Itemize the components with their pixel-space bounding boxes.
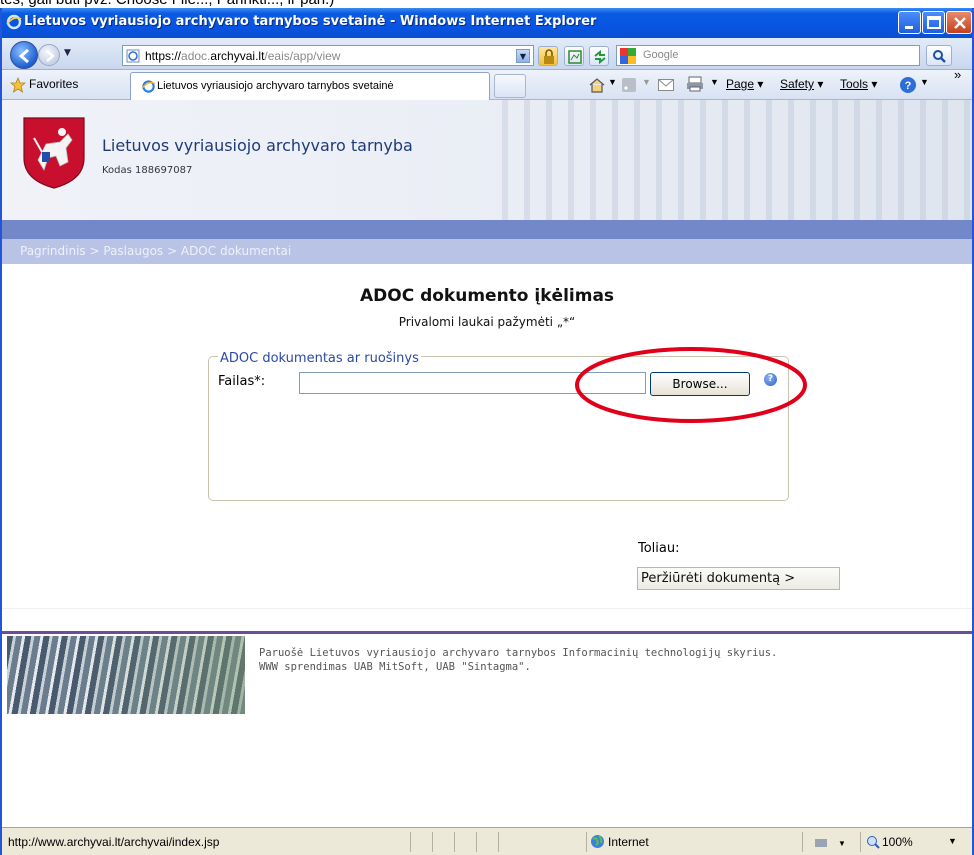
footer-line-1: Paruošė Lietuvos vyriausiojo archyvaro t… [259, 647, 778, 659]
close-icon [954, 17, 966, 29]
address-dropdown-button[interactable]: ▼ [516, 49, 530, 63]
svg-text:▼: ▼ [838, 839, 844, 848]
status-url: http://www.archyvai.lt/archyvai/index.js… [8, 835, 220, 849]
tools-menu[interactable]: Tools ▾ [840, 77, 877, 91]
status-bar: http://www.archyvai.lt/archyvai/index.js… [2, 827, 972, 855]
search-button[interactable] [926, 45, 952, 66]
search-placeholder: Google [643, 49, 679, 61]
star-icon[interactable] [10, 77, 26, 93]
zoom-level[interactable]: 100% [882, 835, 913, 849]
status-separator [432, 832, 433, 852]
preview-document-button[interactable]: Peržiūrėti dokumentą > [637, 567, 840, 590]
status-separator [454, 832, 455, 852]
forward-button[interactable] [38, 44, 60, 66]
annotation-ellipse [575, 347, 807, 423]
zoom-dropdown[interactable]: ▼ [948, 836, 957, 846]
file-label: Failas*: [218, 374, 266, 389]
help-dropdown[interactable]: ▼ [920, 77, 929, 87]
site-header: Lietuvos vyriausiojo archyvaro tarnyba K… [2, 100, 972, 220]
home-icon[interactable] [588, 77, 606, 93]
breadcrumb-text[interactable]: Pagrindinis > Paslaugos > ADOC dokumenta… [20, 244, 291, 258]
title-bar: Lietuvos vyriausiojo archyvaro tarnybos … [2, 8, 972, 38]
page-menu[interactable]: Page ▾ [726, 77, 763, 91]
search-input[interactable]: Google [616, 45, 920, 66]
footer-divider [2, 631, 972, 634]
footer-line-2: WWW sprendimas UAB MitSoft, UAB "Sintagm… [259, 661, 531, 673]
lock-icon[interactable] [538, 46, 558, 66]
tab-title: Lietuvos vyriausiojo archyvaro tarnybos … [157, 80, 394, 92]
window-title: Lietuvos vyriausiojo archyvaro tarnybos … [24, 14, 597, 29]
help-icon[interactable]: ? [899, 76, 917, 94]
refresh-icon[interactable] [589, 46, 609, 66]
address-url: https://adoc.archyvai.lt/eais/app/view [145, 49, 341, 63]
page-title: ADOC dokumento įkėlimas [359, 286, 615, 306]
site-title[interactable]: Lietuvos vyriausiojo archyvaro tarnyba [102, 136, 413, 155]
google-icon [620, 48, 636, 64]
search-icon [933, 50, 946, 63]
mail-icon[interactable] [658, 79, 674, 91]
page-icon [126, 49, 140, 63]
status-separator [498, 832, 499, 852]
footer-image [7, 636, 245, 714]
browser-window: Lietuvos vyriausiojo archyvaro tarnybos … [0, 8, 974, 855]
address-bar[interactable]: https://adoc.archyvai.lt/eais/app/view ▼ [122, 45, 534, 66]
forward-icon [46, 50, 55, 62]
close-button[interactable] [946, 11, 972, 34]
ie-logo-icon [6, 14, 22, 30]
history-dropdown[interactable]: ▼ [64, 48, 71, 58]
tab-current[interactable]: Lietuvos vyriausiojo archyvaro tarnybos … [130, 72, 490, 100]
back-button[interactable] [10, 41, 38, 69]
status-separator [586, 832, 587, 852]
print-dropdown[interactable]: ▼ [710, 77, 719, 87]
coat-of-arms-icon [23, 117, 85, 189]
site-code: Kodas 188697087 [102, 165, 193, 176]
navigation-bar: ▼ https://adoc.archyvai.lt/eais/app/view… [2, 38, 972, 70]
caption-clip: tes, gali būti pvz. Choose File..., Pari… [0, 0, 974, 8]
maximize-icon [927, 16, 941, 29]
security-zone: Internet [608, 835, 649, 849]
menu-band [2, 220, 972, 239]
safety-menu[interactable]: Safety ▾ [780, 77, 823, 91]
rss-icon[interactable] [622, 78, 636, 92]
favorites-button[interactable]: Favorites [29, 77, 78, 91]
zoom-icon [867, 836, 880, 849]
page-content: Lietuvos vyriausiojo archyvaro tarnyba K… [2, 100, 972, 827]
required-note: Privalomi laukai pažymėti „*“ [398, 315, 576, 329]
breadcrumb: Pagrindinis > Paslaugos > ADOC dokumenta… [2, 239, 972, 264]
status-separator [860, 832, 861, 852]
home-dropdown[interactable]: ▼ [608, 77, 617, 87]
new-tab-button[interactable] [494, 74, 526, 98]
fieldset-legend: ADOC dokumentas ar ruošinys [218, 351, 421, 366]
status-separator [410, 832, 411, 852]
minimize-icon [905, 26, 913, 29]
header-decoration [502, 100, 972, 220]
print-icon[interactable] [686, 76, 704, 92]
status-separator [802, 832, 803, 852]
toolbar-chevron[interactable]: » [954, 67, 961, 82]
next-label: Toliau: [638, 541, 680, 556]
ie-tab-icon [141, 80, 156, 93]
status-separator [476, 832, 477, 852]
favorites-bar: Favorites Lietuvos vyriausiojo archyvaro… [2, 67, 972, 100]
compat-view-icon[interactable] [564, 46, 584, 66]
caption-text: tes, gali būti pvz. Choose File..., Pari… [0, 0, 334, 8]
back-icon [18, 48, 29, 64]
globe-icon [591, 835, 604, 848]
content-divider [2, 608, 972, 609]
rss-dropdown[interactable]: ▼ [642, 77, 651, 87]
svg-text:?: ? [905, 80, 912, 92]
maximize-button[interactable] [922, 11, 945, 34]
minimize-button[interactable] [898, 11, 921, 34]
footer-text: Paruošė Lietuvos vyriausiojo archyvaro t… [259, 646, 777, 674]
protected-mode-icon[interactable]: ▼ [814, 835, 844, 849]
